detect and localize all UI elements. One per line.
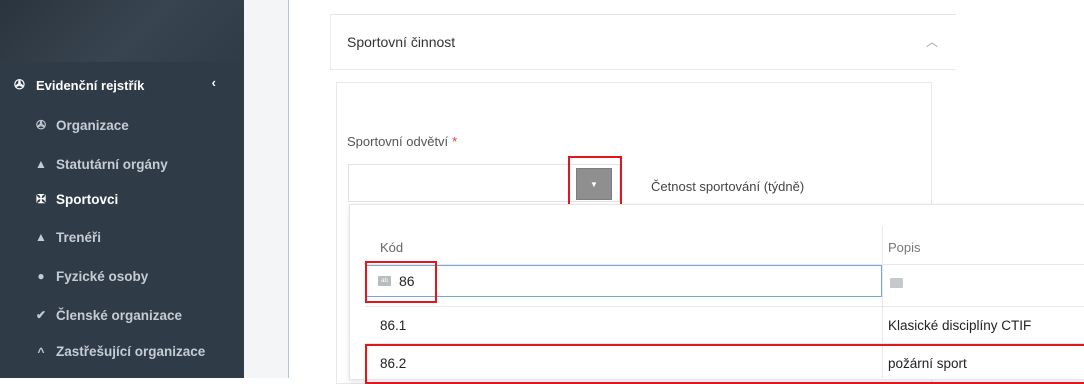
- stamp-icon: ▲: [35, 157, 47, 171]
- user-icon: ▲: [35, 230, 47, 244]
- sidebar-header: [0, 0, 244, 62]
- sidebar-item-label: Fyzické osoby: [56, 268, 149, 284]
- sidebar-section-label: Evidenční rejstřík: [36, 77, 145, 93]
- chevron-left-icon: ‹: [211, 75, 216, 90]
- sidebar-item-treneri[interactable]: ▲ Trenéři: [34, 227, 101, 247]
- sidebar-item-sportovci[interactable]: ✠ Sportovci: [34, 189, 118, 209]
- column-header-kod[interactable]: Kód: [380, 240, 403, 255]
- sidebar-item-label: Trenéři: [56, 229, 102, 245]
- runner-icon: ✠: [35, 192, 47, 206]
- divider: [365, 306, 1084, 307]
- user-check-icon: ✔: [35, 308, 47, 322]
- sport-field-label-text: Sportovní odvětví: [347, 134, 449, 149]
- highlight-box: [365, 344, 1084, 384]
- sidebar-item-organizace[interactable]: ✇ Organizace: [34, 115, 129, 135]
- sidebar-item-label: Členské organizace: [56, 307, 183, 323]
- sidebar-item-fyzicke-osoby[interactable]: ● Fyzické osoby: [34, 266, 148, 286]
- text-filter-icon[interactable]: [890, 278, 903, 288]
- kod-filter-input[interactable]: ab 86: [365, 265, 882, 297]
- sidebar-item-label: Statutární orgány: [56, 156, 168, 172]
- required-mark: *: [452, 134, 458, 149]
- org-icon: ✇: [14, 77, 25, 92]
- sidebar-item-label: Sportovci: [56, 191, 119, 207]
- grid-cell-popis[interactable]: Klasické disciplíny CTIF: [888, 318, 1031, 333]
- sidebar-section-evidencni-rejstrik[interactable]: ✇ Evidenční rejstřík ‹: [14, 74, 234, 96]
- sidebar-item-clenske-organizace[interactable]: ✔ Členské organizace: [34, 305, 182, 325]
- grid-cell-kod[interactable]: 86.1: [380, 318, 406, 333]
- chevron-up-icon: ^: [37, 345, 45, 359]
- org-icon: ✇: [35, 118, 47, 132]
- sidebar-item-zastresujici-organizace[interactable]: ^ Zastřešující organizace: [34, 343, 224, 363]
- user-circle-icon: ●: [37, 269, 45, 283]
- highlight-box: [365, 261, 437, 303]
- chevron-up-icon[interactable]: ︿: [926, 33, 938, 50]
- panel-header-sportovni-cinnost[interactable]: Sportovní činnost ︿: [330, 15, 956, 70]
- panel-title: Sportovní činnost: [347, 34, 456, 50]
- sidebar-item-label: Organizace: [56, 117, 129, 133]
- column-header-popis[interactable]: Popis: [888, 240, 921, 255]
- sidebar-item-label: Zastřešující organizace: [56, 344, 206, 359]
- sport-field-label: Sportovní odvětví *: [347, 134, 457, 149]
- content-gutter: [244, 0, 288, 378]
- frequency-label: Četnost sportování (týdně): [651, 179, 805, 194]
- sidebar-item-statutarni-organy[interactable]: ▲ Statutární orgány: [34, 154, 168, 174]
